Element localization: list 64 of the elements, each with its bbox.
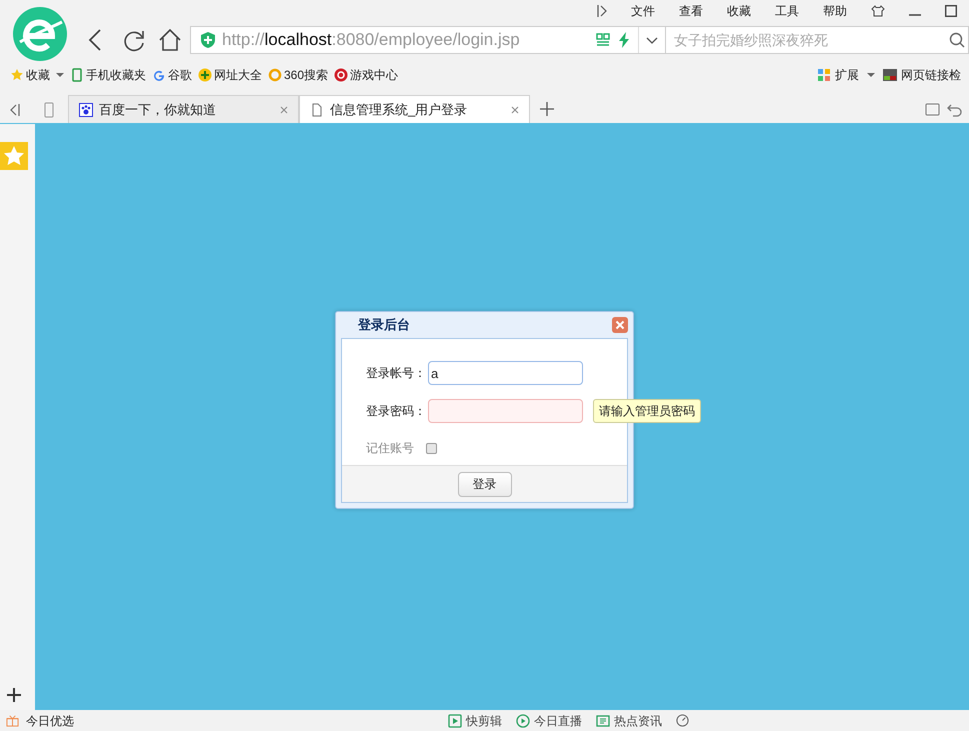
extension-link[interactable]: 网页链接检 [883,66,961,84]
add-icon[interactable] [6,688,20,702]
status-link[interactable]: 快剪辑 [448,712,502,730]
close-icon[interactable] [612,317,628,333]
dropdown-icon[interactable] [645,35,659,45]
new-tab-icon[interactable] [540,102,554,116]
star-icon [10,68,24,82]
plus-circle-icon [198,68,212,82]
collapse-icon[interactable] [10,104,20,116]
login-button[interactable]: 登录 [458,472,512,496]
home-icon[interactable] [158,28,182,52]
validation-tooltip: 请输入管理员密码 [593,399,701,423]
browser-tab[interactable]: 信息管理系统_用户登录 [299,95,530,123]
speed-icon[interactable] [676,714,689,727]
skin-icon[interactable] [871,4,885,18]
close-icon[interactable] [511,106,519,114]
browser-tab[interactable]: 百度一下，你就知道 [68,95,299,123]
maximize-icon[interactable] [945,5,957,17]
paw-icon [79,102,93,116]
bookmark-link[interactable]: 收藏 [10,66,50,84]
news-icon [596,714,610,728]
url-text: http://localhost:8080/employee/login.jsp [222,29,520,52]
text-field[interactable]: a [428,361,583,385]
google-icon [152,68,166,82]
address-bar[interactable]: http://localhost:8080/employee/login.jsp [190,26,666,54]
extension-link[interactable]: 扩展 [817,66,859,84]
menu-item[interactable]: 帮助 [823,2,847,20]
text-field[interactable] [428,399,583,423]
bookmark-link[interactable]: 游戏中心 [334,66,398,84]
phone-icon [70,68,84,82]
menu-item[interactable]: 文件 [631,2,655,20]
status-link[interactable]: 热点资讯 [596,712,662,730]
grid-icon [817,68,831,82]
status-link[interactable]: 今日直播 [516,712,582,730]
ring-icon [268,68,282,82]
bookmark-link[interactable]: 360搜索 [268,66,328,84]
close-icon[interactable] [280,106,288,114]
status-link[interactable]: 今日优选 [26,712,74,730]
bookmark-link[interactable]: 网址大全 [198,66,262,84]
menu-item[interactable]: 收藏 [727,2,751,20]
menu-item[interactable]: 工具 [775,2,799,20]
clip-icon [448,714,462,728]
field-label: 登录密码： [366,403,427,420]
search-field[interactable]: 女子拍完婚纱照深夜猝死 [666,26,969,54]
bookmark-link[interactable]: 手机收藏夹 [70,66,146,84]
bookmark-link[interactable]: 谷歌 [152,66,192,84]
checkbox-label: 记住账号 [366,440,415,457]
reload-icon[interactable] [122,28,146,52]
lightning-icon[interactable] [618,32,630,48]
dialog-title: 登录后台 [358,316,410,334]
sidebar-toggle-icon[interactable] [597,5,607,17]
undo-icon[interactable] [947,103,963,117]
shield-icon [201,32,215,48]
qr-code-icon[interactable] [596,33,610,47]
search-icon[interactable] [949,32,965,48]
field-label: 登录帐号： [366,365,427,382]
remember-checkbox[interactable] [426,442,437,454]
play-icon [516,714,530,728]
caret-icon[interactable] [56,72,64,78]
caret-icon[interactable] [867,72,875,78]
tab-list-icon[interactable] [925,103,941,117]
phone-icon[interactable] [44,102,54,118]
page-icon [310,102,324,116]
menu-item[interactable]: 查看 [679,2,703,20]
